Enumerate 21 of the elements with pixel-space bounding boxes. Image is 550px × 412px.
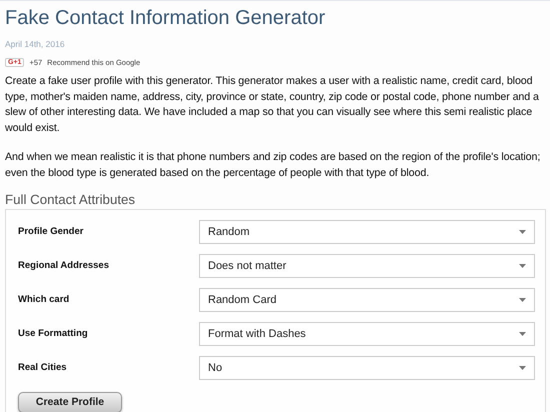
field-label: Use Formatting xyxy=(18,326,88,339)
field-label: Real Cities xyxy=(18,360,67,373)
caret-icon xyxy=(519,298,526,302)
select-dropdown[interactable]: Format with Dashes xyxy=(199,322,535,346)
select-dropdown[interactable]: Random xyxy=(199,220,535,244)
select-dropdown[interactable]: Random Card xyxy=(199,288,535,312)
page-title: Fake Contact Information Generator xyxy=(5,6,326,31)
caret-icon xyxy=(519,264,526,268)
description-paragraph: And when we mean realistic it is that phone numbers and zip codes are based on the region of the profile's location; even the blood type is generated based on the percentage of people with that type of blood. xyxy=(5,150,542,181)
field-label: Profile Gender xyxy=(18,224,84,237)
select-dropdown[interactable]: Does not matter xyxy=(199,254,535,278)
field-label: Regional Addresses xyxy=(18,258,109,271)
create-profile-button[interactable]: Create Profile xyxy=(18,392,122,412)
caret-icon xyxy=(519,230,526,234)
select-dropdown[interactable]: No xyxy=(199,356,535,380)
description-paragraph: Create a fake user profile with this generator. This generator makes a user with a realistic name, credit card, blood type, mother's maiden name, address, city, province or state, country, zip code or postal code, phone number and a slew of other interesting data. We have included a map so that you can visually see where this semi realistic place would exist. xyxy=(5,74,540,136)
caret-icon xyxy=(519,332,526,336)
field-label: Which card xyxy=(18,292,70,305)
section-heading: Full Contact Attributes xyxy=(5,192,136,207)
post-date: April 14th, 2016 xyxy=(5,39,66,49)
caret-icon xyxy=(519,366,526,370)
